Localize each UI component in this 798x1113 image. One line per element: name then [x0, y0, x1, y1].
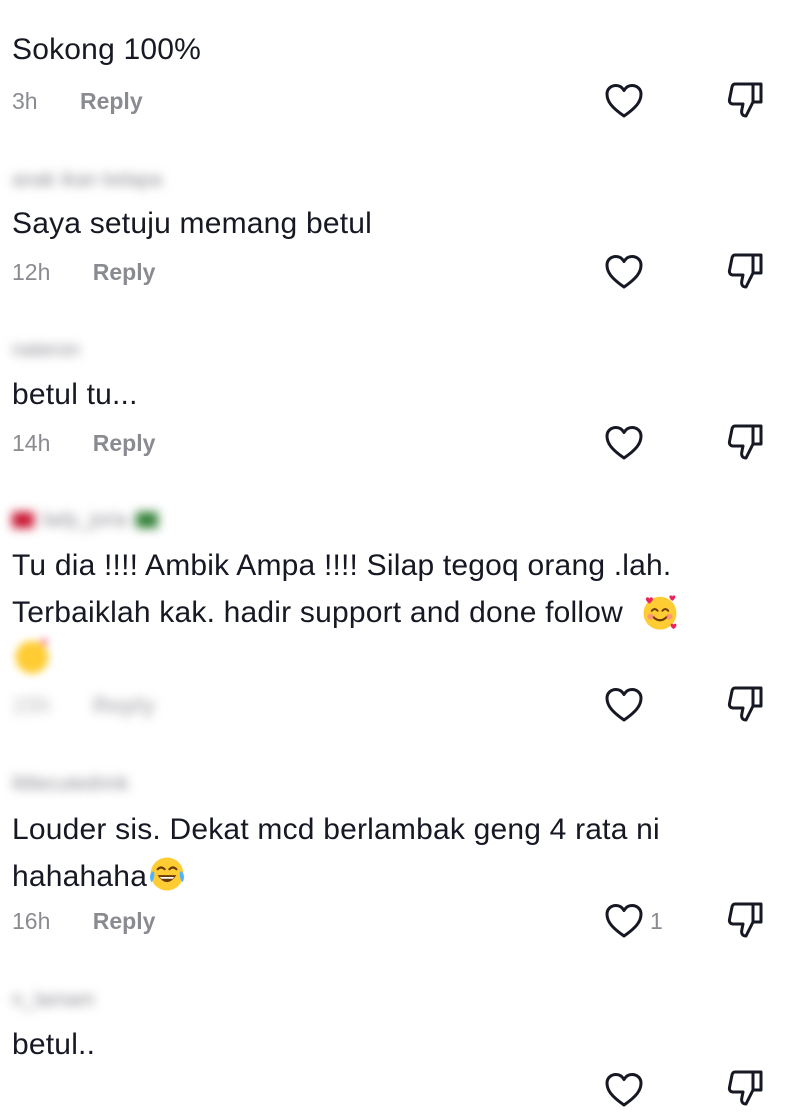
like-button[interactable]: [604, 83, 644, 119]
comment-text-span: hahahaha: [12, 860, 148, 893]
reply-button[interactable]: Reply: [93, 257, 156, 287]
comment-text: Saya setuju memang betul: [12, 207, 373, 240]
comment-text-line: Terbaiklah kak. hadir support and done f…: [12, 589, 752, 636]
dislike-button[interactable]: [726, 251, 766, 291]
heart-icon: [605, 1073, 643, 1107]
comment-text: betul tu...: [12, 378, 138, 411]
reply-button[interactable]: Reply: [93, 690, 156, 720]
smiling-face-with-hearts-emoji: [15, 639, 49, 674]
comment-username[interactable]: anak ikan kelapa: [12, 166, 162, 194]
heart-icon: [605, 255, 643, 289]
comment-meta: 12h Reply: [12, 257, 155, 287]
dislike-button[interactable]: [726, 684, 766, 724]
heart-icon: [605, 904, 643, 938]
like-button[interactable]: [604, 1072, 644, 1108]
comment-time: 14h: [12, 430, 51, 456]
comment-text-line: Louder sis. Dekat mcd berlambak geng 4 r…: [12, 813, 660, 846]
smiling-face-with-hearts-emoji: [643, 595, 677, 630]
reply-button[interactable]: Reply: [93, 906, 156, 936]
thumbs-down-icon: [727, 1070, 763, 1106]
comment-meta: 3h Reply: [12, 86, 143, 116]
comments-feed: Sokong 100% 3h Reply anak ikan kelapa Sa…: [0, 0, 798, 1107]
comment-username[interactable]: nateron: [12, 336, 80, 364]
comment-text: betul..: [12, 1028, 96, 1061]
thumbs-down-icon: [727, 424, 763, 460]
comment-time: 3h: [12, 88, 38, 114]
comment-text-line: Tu dia !!!! Ambik Ampa !!!! Silap tegoq …: [12, 549, 672, 582]
dislike-button[interactable]: [726, 1068, 766, 1108]
like-count: 1: [650, 908, 663, 934]
dislike-button[interactable]: [726, 80, 766, 120]
thumbs-down-icon: [727, 82, 763, 118]
flag-emoji: [12, 512, 34, 528]
comment-text: Louder sis. Dekat mcd berlambak geng 4 r…: [12, 806, 752, 900]
comment-text-line: [12, 636, 752, 684]
heart-icon: [605, 84, 643, 118]
comment-text: Tu dia !!!! Ambik Ampa !!!! Silap tegoq …: [12, 542, 752, 684]
thumbs-down-icon: [727, 902, 763, 938]
comment-text-line: hahahaha: [12, 853, 752, 900]
comment-time: 16h: [12, 908, 51, 934]
comment-meta: 16h Reply: [12, 906, 155, 936]
comment-time: 15h: [12, 692, 51, 718]
comment-meta: 14h Reply: [12, 428, 155, 458]
comment-username[interactable]: lady_joria: [12, 506, 158, 534]
like-button[interactable]: [604, 903, 644, 939]
heart-icon: [605, 688, 643, 722]
comment-meta: 15h Reply: [12, 690, 155, 720]
comment-text: Sokong 100%: [12, 33, 202, 66]
heart-icon: [605, 426, 643, 460]
dislike-button[interactable]: [726, 422, 766, 462]
face-with-tears-of-joy-emoji: [150, 857, 185, 891]
comment-username[interactable]: littlecutedrink: [12, 770, 129, 798]
reply-button[interactable]: Reply: [93, 428, 156, 458]
reply-button[interactable]: Reply: [80, 86, 143, 116]
thumbs-down-icon: [727, 686, 763, 722]
like-button[interactable]: [604, 254, 644, 290]
comment-username-text: lady_joria: [42, 509, 128, 531]
flag-emoji: [135, 512, 158, 528]
dislike-button[interactable]: [726, 900, 766, 940]
comment-username[interactable]: n_lamam: [12, 986, 94, 1014]
thumbs-down-icon: [727, 253, 763, 289]
comment-text-span: Terbaiklah kak. hadir support and done f…: [12, 596, 624, 629]
like-button[interactable]: [604, 425, 644, 461]
comment-time: 12h: [12, 259, 51, 285]
like-button[interactable]: [604, 687, 644, 723]
